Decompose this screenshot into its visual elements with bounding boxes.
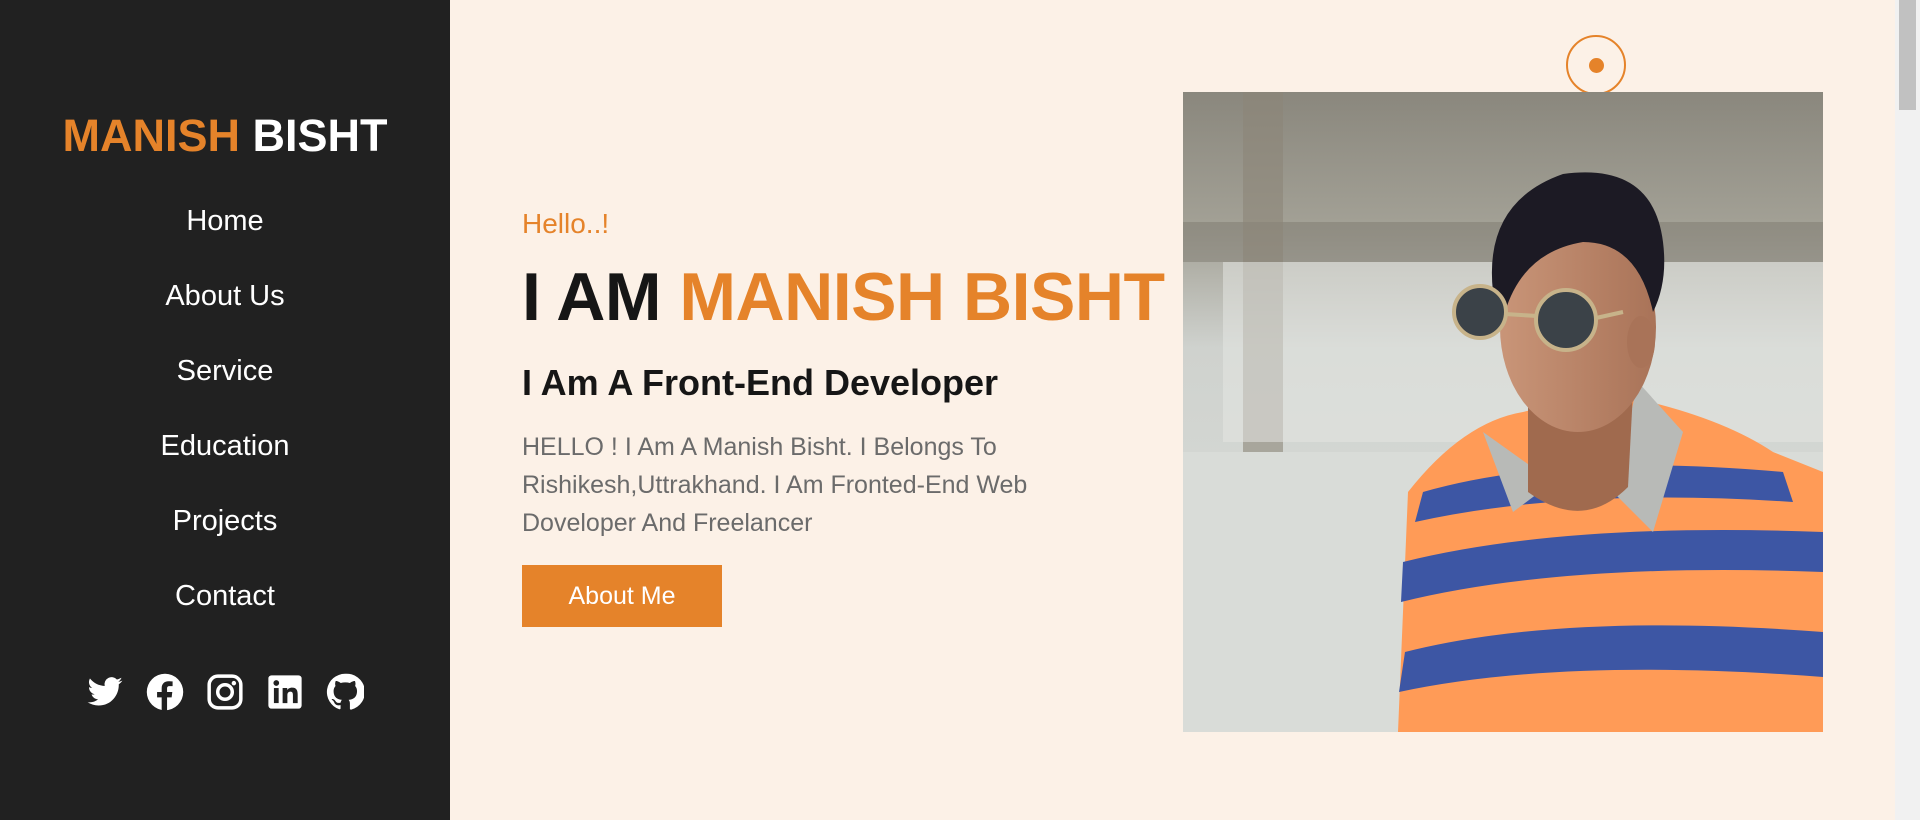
logo-first-name: MANISH [62,110,240,161]
profile-photo-illustration [1183,92,1823,732]
hero-headline: I AM MANISH BISHT [522,258,1165,336]
profile-photo [1183,92,1823,732]
indicator-dot [1588,57,1604,73]
hero-bio: HELLO ! I Am A Manish Bisht. I Belongs T… [522,433,1028,537]
sidebar: MANISH BISHT Home About Us Service Educa… [0,0,450,820]
site-logo[interactable]: MANISH BISHT [62,110,387,162]
greeting: Hello..! [522,208,610,239]
github-icon[interactable] [325,672,365,712]
main-nav: Home About Us Service Education Projects… [161,184,290,634]
hero-subtitle: I Am A Front-End Developer [522,362,999,403]
headline-prefix: I AM [522,259,680,335]
facebook-icon[interactable] [145,672,185,712]
about-me-button[interactable]: About Me [522,565,722,627]
hero-section: Hello..! I AM MANISH BISHT I Am A Front-… [450,0,1895,820]
nav-contact[interactable]: Contact [175,559,275,634]
social-links [85,672,365,712]
page: MANISH BISHT Home About Us Service Educa… [0,0,1920,820]
linkedin-icon[interactable] [265,672,305,712]
instagram-icon[interactable] [205,672,245,712]
logo-last-name: BISHT [252,110,388,161]
nav-about-us[interactable]: About Us [165,259,284,334]
scroll-indicator-icon[interactable] [1566,35,1626,95]
nav-service[interactable]: Service [177,334,274,409]
nav-home[interactable]: Home [186,184,263,259]
page-scrollbar[interactable] [1895,0,1920,820]
headline-name: MANISH BISHT [679,259,1165,335]
nav-education[interactable]: Education [161,409,290,484]
scrollbar-thumb[interactable] [1899,0,1916,110]
twitter-icon[interactable] [85,672,125,712]
nav-projects[interactable]: Projects [173,484,278,559]
